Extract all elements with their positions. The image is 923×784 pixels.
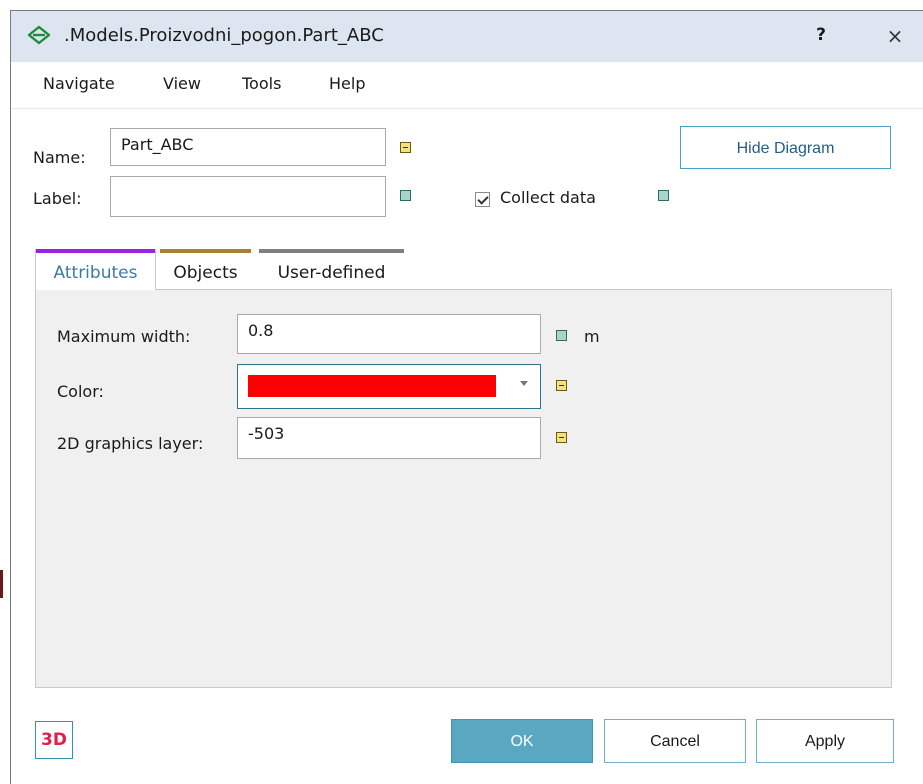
window-edge-marker: [0, 570, 3, 598]
layer-static-marker-icon[interactable]: [556, 432, 567, 443]
tab-objects-label: Objects: [173, 263, 238, 283]
hide-diagram-button[interactable]: Hide Diagram: [680, 126, 891, 169]
tab-attributes[interactable]: Attributes: [35, 249, 156, 290]
window-title: .Models.Proizvodni_pogon.Part_ABC: [64, 25, 384, 46]
max-width-label: Maximum width:: [57, 327, 191, 346]
app-icon: [27, 25, 51, 45]
title-bar: .Models.Proizvodni_pogon.Part_ABC ? ×: [11, 11, 923, 62]
collect-data-checkbox[interactable]: [475, 192, 490, 207]
tab-objects-color-bar: [160, 249, 251, 253]
color-dropdown[interactable]: [237, 364, 541, 409]
collect-data-label[interactable]: Collect data: [500, 188, 596, 207]
color-static-marker-icon[interactable]: [556, 380, 567, 391]
menu-view[interactable]: View: [163, 74, 201, 93]
label-label: Label:: [33, 189, 82, 208]
max-width-unit: m: [584, 327, 600, 346]
color-label: Color:: [57, 382, 104, 401]
layer-input[interactable]: -503: [237, 417, 541, 459]
tab-objects[interactable]: Objects: [160, 249, 251, 290]
layer-label: 2D graphics layer:: [57, 434, 204, 453]
menu-bar: Navigate View Tools Help: [11, 62, 923, 109]
name-label: Name:: [33, 148, 86, 167]
collect-data-marker-icon[interactable]: [658, 190, 669, 201]
tab-user-defined[interactable]: User-defined: [259, 249, 404, 290]
cancel-button[interactable]: Cancel: [604, 719, 746, 763]
menu-tools[interactable]: Tools: [242, 74, 281, 93]
tab-attributes-label: Attributes: [53, 263, 138, 283]
3d-icon[interactable]: 3D: [35, 721, 73, 759]
apply-button[interactable]: Apply: [756, 719, 894, 763]
properties-dialog: .Models.Proizvodni_pogon.Part_ABC ? × Na…: [10, 10, 923, 784]
chevron-down-icon[interactable]: [520, 381, 528, 386]
label-dynamic-marker-icon[interactable]: [400, 190, 411, 201]
name-input[interactable]: Part_ABC: [110, 128, 386, 166]
tab-attributes-color-bar: [36, 249, 155, 253]
tab-user-defined-color-bar: [259, 249, 404, 253]
close-button[interactable]: ×: [881, 24, 909, 48]
max-width-marker-icon[interactable]: [556, 330, 567, 341]
color-swatch: [248, 375, 496, 397]
help-button[interactable]: ?: [811, 25, 831, 45]
max-width-input[interactable]: 0.8: [237, 314, 541, 354]
tab-user-defined-label: User-defined: [277, 263, 386, 283]
label-input[interactable]: [110, 176, 386, 217]
menu-help[interactable]: Help: [329, 74, 365, 93]
ok-button[interactable]: OK: [451, 719, 593, 763]
menu-navigate[interactable]: Navigate: [43, 74, 115, 93]
name-static-marker-icon[interactable]: [400, 142, 411, 153]
